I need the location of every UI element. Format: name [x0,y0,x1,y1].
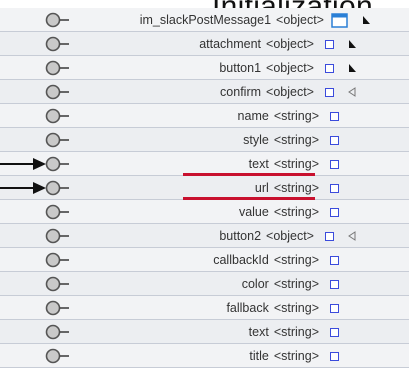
triangle-outline-icon[interactable] [347,231,357,241]
tree-row[interactable]: button2 <object> [0,224,409,248]
checkbox-icon[interactable] [325,87,334,97]
tree-row[interactable]: name <string> [0,104,409,128]
highlight-underline [183,173,315,176]
tree-row[interactable]: title <string> [0,344,409,368]
circle-connector-icon[interactable] [45,324,75,340]
tree-row[interactable]: fallback <string> [0,296,409,320]
tree-row[interactable]: attachment <object> [0,32,409,56]
window-icon[interactable] [331,12,348,28]
tree-row-label: im_slackPostMessage1 <object> [140,11,371,29]
tree-row[interactable]: color <string> [0,272,409,296]
field-type: <string> [273,325,319,339]
tree-row-label: url <string> [255,179,339,197]
circle-connector-icon[interactable] [45,300,75,316]
triangle-solid-icon[interactable] [347,63,357,73]
tree-row[interactable]: value <string> [0,200,409,224]
checkbox-icon[interactable] [330,135,339,145]
field-type: <string> [273,253,319,267]
field-name: name [237,109,269,123]
field-type: <object> [266,61,314,75]
tree-row[interactable]: callbackId <string> [0,248,409,272]
field-name: color [241,277,269,291]
tree-row-label: name <string> [238,107,339,125]
checkbox-icon[interactable] [330,255,339,265]
field-name: text [248,325,269,339]
checkbox-icon[interactable] [330,183,339,193]
tree-row-label: callbackId <string> [213,251,339,269]
field-type: <string> [273,109,319,123]
field-name: url [254,181,269,195]
checkbox-icon[interactable] [325,39,334,49]
circle-connector-icon[interactable] [45,84,75,100]
tree-row[interactable]: im_slackPostMessage1 <object> [0,8,409,32]
highlight-underline [183,197,315,200]
triangle-solid-icon[interactable] [361,15,371,25]
field-name: attachment [199,37,262,51]
arrow-right-icon [0,158,46,170]
circle-connector-icon[interactable] [45,36,75,52]
field-name: style [243,133,269,147]
triangle-solid-icon[interactable] [347,39,357,49]
checkbox-icon[interactable] [330,207,339,217]
circle-connector-icon[interactable] [45,252,75,268]
circle-connector-icon[interactable] [45,60,75,76]
circle-connector-icon[interactable] [45,132,75,148]
checkbox-icon[interactable] [330,303,339,313]
circle-connector-icon[interactable] [45,108,75,124]
field-name: title [249,349,269,363]
tree-row[interactable]: confirm <object> [0,80,409,104]
tree-row-label: style <string> [243,131,339,149]
field-type: <object> [266,229,314,243]
checkbox-icon[interactable] [330,327,339,337]
field-name: button2 [219,229,262,243]
tree-row-label: confirm <object> [220,83,357,101]
field-type: <object> [266,85,314,99]
tree-row[interactable]: button1 <object> [0,56,409,80]
tree-row-label: fallback <string> [226,299,339,317]
checkbox-icon[interactable] [325,231,334,241]
tree-row-label: button2 <object> [219,227,357,245]
field-name: value [238,205,269,219]
tree-row[interactable]: style <string> [0,128,409,152]
tree-row[interactable]: text <string> [0,320,409,344]
field-name: callbackId [213,253,269,267]
field-name: im_slackPostMessage1 [139,13,272,27]
field-type: <string> [273,157,319,171]
field-name: confirm [220,85,262,99]
field-name: button1 [219,61,262,75]
field-type: <object> [276,13,324,27]
field-type: <object> [266,37,314,51]
tree-row-label: text <string> [249,155,339,173]
tree-row-label: attachment <object> [199,35,357,53]
checkbox-icon[interactable] [330,111,339,121]
circle-connector-icon[interactable] [45,204,75,220]
checkbox-icon[interactable] [330,279,339,289]
tree-row-label: color <string> [242,275,339,293]
tree-row-label: button1 <object> [219,59,357,77]
circle-connector-icon[interactable] [45,228,75,244]
field-type: <string> [273,277,319,291]
tree-row-label: value <string> [239,203,339,221]
circle-connector-icon[interactable] [45,276,75,292]
triangle-outline-icon[interactable] [347,87,357,97]
circle-connector-icon[interactable] [45,12,75,28]
circle-connector-icon[interactable] [45,348,75,364]
field-type: <string> [273,301,319,315]
mapping-tree-panel: im_slackPostMessage1 <object> attachment <o… [0,8,409,374]
tree-row-label: text <string> [249,323,339,341]
field-type: <string> [273,205,319,219]
field-name: fallback [226,301,269,315]
checkbox-icon[interactable] [325,63,334,73]
checkbox-icon[interactable] [330,351,339,361]
field-type: <string> [273,133,319,147]
field-type: <string> [273,349,319,363]
arrow-right-icon [0,182,46,194]
field-name: text [248,157,269,171]
tree-row-label: title <string> [249,347,339,365]
field-type: <string> [273,181,319,195]
checkbox-icon[interactable] [330,159,339,169]
